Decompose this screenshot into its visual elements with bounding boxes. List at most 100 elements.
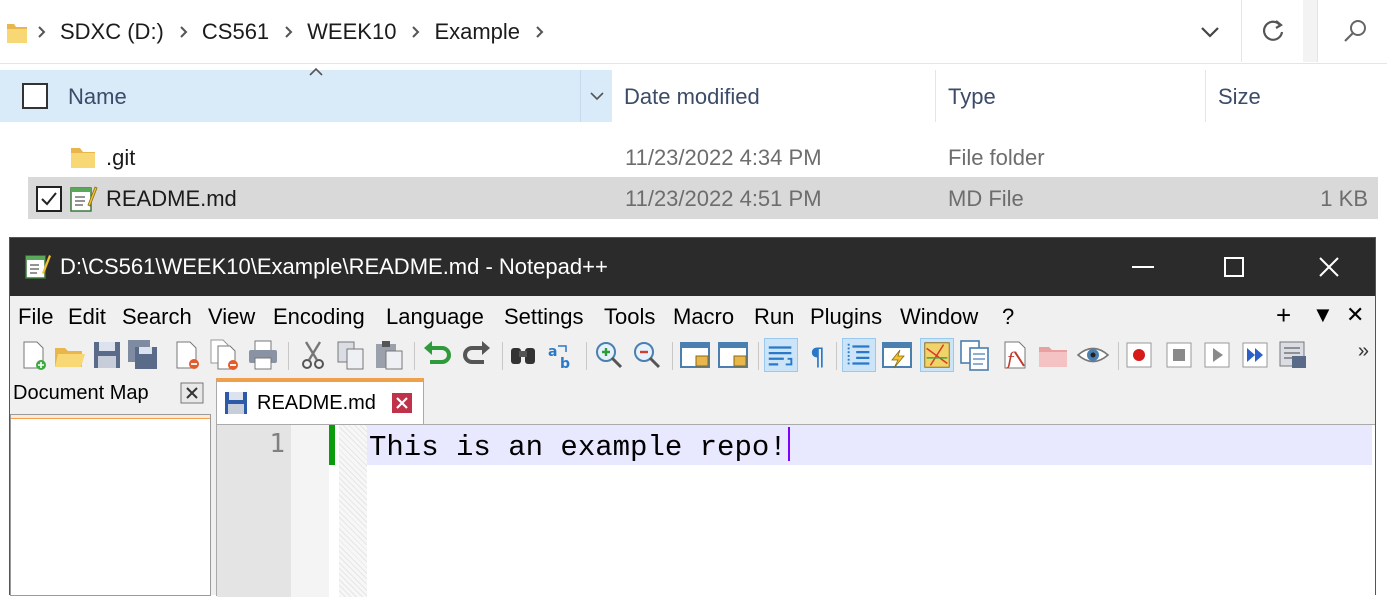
menu-macro[interactable]: Macro [673, 304, 734, 330]
word-wrap-icon[interactable] [764, 338, 798, 372]
menu-encoding[interactable]: Encoding [273, 304, 365, 330]
sync-vertical-scroll-icon[interactable] [678, 338, 712, 372]
monitoring-eye-icon[interactable] [1076, 338, 1110, 372]
replace-icon[interactable]: ab [544, 338, 578, 372]
user-defined-language-icon[interactable] [880, 338, 914, 372]
code-line[interactable]: This is an example repo! [369, 427, 790, 464]
close-file-icon[interactable] [170, 338, 204, 372]
macro-run-multiple-icon[interactable] [1238, 338, 1272, 372]
column-filter-dropdown[interactable] [580, 70, 612, 122]
close-all-icon[interactable] [208, 338, 242, 372]
chevron-right-icon[interactable] [410, 26, 422, 38]
zoom-in-icon[interactable] [592, 338, 626, 372]
menu-bar: File Edit Search View Encoding Language … [10, 296, 1375, 336]
file-type: MD File [948, 186, 1024, 211]
column-header-row: Name Date modified Type Size [0, 67, 1387, 122]
find-binoculars-icon[interactable] [506, 338, 540, 372]
close-document-button[interactable]: ✕ [1346, 302, 1364, 328]
document-map-close-icon[interactable] [180, 382, 204, 404]
open-file-icon[interactable] [52, 338, 86, 372]
document-map-viewport[interactable] [11, 415, 210, 419]
indent-guide-icon[interactable] [842, 338, 876, 372]
chevron-right-icon[interactable] [534, 26, 546, 38]
menu-edit[interactable]: Edit [68, 304, 106, 330]
folder-as-workspace-icon[interactable] [1036, 338, 1070, 372]
show-all-characters-icon[interactable]: ¶ [802, 338, 836, 372]
document-map-preview[interactable] [10, 414, 211, 596]
file-date: 11/23/2022 4:34 PM [625, 145, 822, 170]
svg-text:b: b [560, 356, 570, 372]
zoom-out-icon[interactable] [630, 338, 664, 372]
breadcrumb-cs561[interactable]: CS561 [202, 19, 269, 45]
document-list-icon[interactable] [958, 338, 992, 372]
close-button[interactable] [1282, 238, 1374, 296]
column-header-size[interactable]: Size [1218, 84, 1261, 110]
text-caret [787, 427, 790, 461]
menu-file[interactable]: File [18, 304, 53, 330]
column-resize-handle[interactable] [1205, 70, 1206, 122]
menu-plugins[interactable]: Plugins [810, 304, 882, 330]
breadcrumb-week10[interactable]: WEEK10 [307, 19, 396, 45]
new-file-icon[interactable] [16, 338, 50, 372]
bookmark-margin[interactable] [291, 425, 329, 597]
menu-view[interactable]: View [208, 304, 255, 330]
minimize-button[interactable] [1096, 238, 1188, 296]
text-editor[interactable]: 1 This is an example repo! [216, 424, 1375, 597]
redo-icon[interactable] [460, 338, 494, 372]
paste-icon[interactable] [372, 338, 406, 372]
menu-run[interactable]: Run [754, 304, 794, 330]
menu-search[interactable]: Search [122, 304, 192, 330]
undo-icon[interactable] [420, 338, 454, 372]
save-icon[interactable] [90, 338, 124, 372]
title-bar[interactable]: D:\CS561\WEEK10\Example\README.md - Note… [10, 238, 1375, 296]
column-header-type[interactable]: Type [948, 84, 996, 110]
breadcrumb-drive[interactable]: SDXC (D:) [60, 19, 164, 45]
tab-close-icon[interactable] [391, 392, 413, 414]
toolbar: ab ¶ f » [10, 336, 1375, 376]
print-icon[interactable] [246, 338, 280, 372]
tab-list-dropdown-button[interactable]: ▼ [1312, 302, 1334, 328]
save-all-icon[interactable] [126, 338, 160, 372]
tab-readme[interactable]: README.md [216, 378, 424, 424]
menu-help[interactable]: ? [1002, 304, 1014, 330]
folder-icon [71, 148, 95, 168]
menu-window[interactable]: Window [900, 304, 978, 330]
select-all-checkbox[interactable] [22, 83, 48, 109]
address-bar[interactable]: SDXC (D:) CS561 WEEK10 Example [0, 0, 1387, 64]
column-header-date[interactable]: Date modified [624, 84, 760, 110]
menu-language[interactable]: Language [386, 304, 484, 330]
file-size: 1 KB [1320, 186, 1368, 211]
macro-save-icon[interactable] [1276, 338, 1310, 372]
column-resize-handle[interactable] [935, 70, 936, 122]
new-tab-plus-button[interactable]: + [1276, 300, 1291, 331]
document-map-icon[interactable] [920, 338, 954, 372]
row-checkbox[interactable] [36, 186, 62, 212]
address-history-chevron-down-icon[interactable] [1196, 20, 1224, 44]
menu-settings[interactable]: Settings [504, 304, 584, 330]
fold-margin[interactable] [339, 425, 367, 597]
code-text: This is an example repo! [369, 431, 787, 464]
close-icon [1319, 257, 1339, 277]
refresh-icon[interactable] [1258, 16, 1288, 46]
file-name: README.md [106, 186, 237, 211]
maximize-button[interactable] [1188, 238, 1280, 296]
chevron-right-icon[interactable] [178, 26, 190, 38]
function-list-icon[interactable]: f [998, 338, 1032, 372]
breadcrumb-example[interactable]: Example [434, 19, 520, 45]
sync-horizontal-scroll-icon[interactable] [716, 338, 750, 372]
macro-play-icon[interactable] [1200, 338, 1234, 372]
file-row-readme[interactable]: README.md 11/23/2022 4:51 PM MD File 1 K… [28, 177, 1378, 219]
cut-icon[interactable] [296, 338, 330, 372]
copy-icon[interactable] [334, 338, 368, 372]
macro-stop-icon[interactable] [1162, 338, 1196, 372]
menu-tools[interactable]: Tools [604, 304, 655, 330]
macro-record-icon[interactable] [1122, 338, 1156, 372]
file-date: 11/23/2022 4:51 PM [625, 186, 822, 211]
toolbar-overflow-button[interactable]: » [1358, 340, 1369, 363]
column-header-name[interactable]: Name [0, 67, 612, 122]
chevron-right-icon[interactable] [36, 26, 48, 38]
search-icon[interactable] [1340, 16, 1370, 46]
checkmark-icon [41, 192, 57, 206]
chevron-right-icon[interactable] [283, 26, 295, 38]
file-row-git[interactable]: .git 11/23/2022 4:34 PM File folder [28, 136, 1378, 178]
